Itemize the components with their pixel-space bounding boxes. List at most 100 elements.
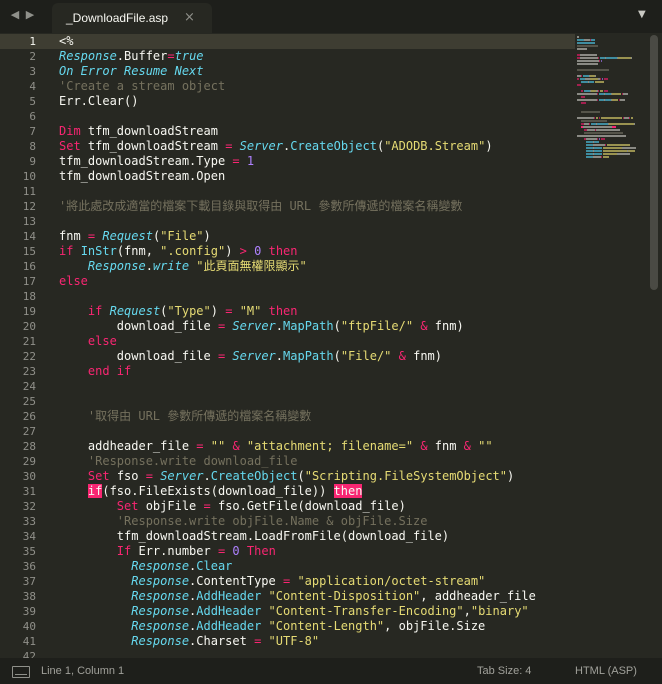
minimap-mark — [586, 144, 593, 146]
code-line[interactable]: 39 Response.AddHeader "Content-Transfer-… — [0, 604, 575, 619]
line-number: 23 — [22, 365, 36, 378]
code-text: If Err.number = 0 Then — [59, 544, 276, 559]
code-line[interactable]: 14 fnm = Request("File") — [0, 229, 575, 244]
code-line[interactable]: 1 <% — [0, 34, 575, 49]
tab-menu-icon[interactable]: ▼ — [638, 9, 646, 20]
code-line[interactable]: 38 Response.AddHeader "Content-Dispositi… — [0, 589, 575, 604]
code-line[interactable]: 21 else — [0, 334, 575, 349]
code-token: Set — [59, 139, 81, 153]
code-line[interactable]: 22 download_file = Server.MapPath("File/… — [0, 349, 575, 364]
minimap-mark — [600, 78, 601, 80]
line-number: 2 — [29, 50, 36, 63]
syntax-selector[interactable]: HTML (ASP) — [575, 665, 637, 677]
minimap-mark — [581, 96, 585, 98]
vertical-scrollbar[interactable] — [650, 35, 658, 290]
code-line[interactable]: 25 — [0, 394, 575, 409]
minimap[interactable] — [575, 33, 649, 658]
code-line[interactable]: 35 If Err.number = 0 Then — [0, 544, 575, 559]
code-line[interactable]: 32 Set objFile = fso.GetFile(download_fi… — [0, 499, 575, 514]
code-line[interactable]: 23 end if — [0, 364, 575, 379]
minimap-mark — [577, 42, 595, 44]
code-line[interactable]: 42 — [0, 649, 575, 658]
code-line[interactable]: 31 if(fso.FileExists(download_file)) the… — [0, 484, 575, 499]
code-line[interactable]: 24 — [0, 379, 575, 394]
code-line[interactable]: 29 'Response.write download_file — [0, 454, 575, 469]
code-token: else — [87, 334, 117, 348]
line-number: 5 — [29, 95, 36, 108]
code-text: Response.AddHeader "Content-Transfer-Enc… — [59, 604, 528, 619]
code-token: tfm_downloadStream.LoadFromFile(download… — [59, 529, 450, 543]
code-line[interactable]: 5 Err.Clear() — [0, 94, 575, 109]
code-token: then — [333, 484, 363, 498]
code-token: Dim — [59, 124, 81, 138]
code-token: 'Create a stream object — [59, 79, 226, 93]
line-number: 34 — [22, 530, 36, 543]
minimap-mark — [602, 78, 603, 80]
code-line[interactable]: 8 Set tfm_downloadStream = Server.CreateO… — [0, 139, 575, 154]
code-line[interactable]: 27 — [0, 424, 575, 439]
code-line[interactable]: 36 Response.Clear — [0, 559, 575, 574]
code-line[interactable]: 2 Response.Buffer=true — [0, 49, 575, 64]
code-line[interactable]: 16 Response.write "此頁面無權限顯示" — [0, 259, 575, 274]
tab-size-selector[interactable]: Tab Size: 4 — [477, 665, 531, 677]
code-line[interactable]: 3 On Error Resume Next — [0, 64, 575, 79]
minimap-mark — [581, 111, 600, 113]
code-token: Err.number — [131, 544, 218, 558]
line-number: 40 — [22, 620, 36, 633]
code-line[interactable]: 12 '將此處改成適當的檔案下載目錄與取得由 URL 參數所傳遞的檔案名稱變數 — [0, 199, 575, 214]
code-editor[interactable]: 1 <% 2 Response.Buffer=true 3 On Error Resume… — [0, 33, 662, 658]
code-token: Response — [131, 589, 190, 603]
code-line[interactable]: 28 addheader_file = "" & "attachment; fi… — [0, 439, 575, 454]
minimap-mark — [581, 120, 607, 122]
code-token: ( — [297, 469, 305, 483]
code-line[interactable]: 7 Dim tfm_downloadStream — [0, 124, 575, 139]
close-icon[interactable]: × — [184, 10, 195, 25]
code-line[interactable]: 33 'Response.write objFile.Name & objFil… — [0, 514, 575, 529]
line-number: 32 — [22, 500, 36, 513]
code-line[interactable]: 15 if InStr(fnm, ".config") > 0 then — [0, 244, 575, 259]
code-text: if Request("Type") = "M" then — [59, 304, 298, 319]
code-text: 'Create a stream object — [59, 79, 225, 94]
minimap-mark — [634, 123, 635, 125]
tab-back-icon[interactable]: ◀ — [9, 8, 21, 22]
code-line[interactable]: 41 Response.Charset = "UTF-8" — [0, 634, 575, 649]
tab-download-file[interactable]: _DownloadFile.asp × — [52, 3, 212, 33]
code-token: 1 — [246, 154, 255, 168]
minimap-mark — [590, 78, 598, 80]
code-line[interactable]: 20 download_file = Server.MapPath("ftpFi… — [0, 319, 575, 334]
code-line[interactable]: 19 if Request("Type") = "M" then — [0, 304, 575, 319]
minimap-mark — [604, 90, 608, 92]
minimap-mark — [629, 117, 630, 119]
line-number: 13 — [22, 215, 36, 228]
code-line[interactable]: 18 — [0, 289, 575, 304]
code-line[interactable]: 26 '取得由 URL 參數所傳遞的檔案名稱變數 — [0, 409, 575, 424]
line-number: 1 — [29, 35, 36, 48]
code-line[interactable]: 4 'Create a stream object — [0, 79, 575, 94]
tab-forward-icon[interactable]: ▶ — [24, 8, 36, 22]
code-line[interactable]: 34 tfm_downloadStream.LoadFromFile(downl… — [0, 529, 575, 544]
code-line[interactable]: 30 Set fso = Server.CreateObject("Script… — [0, 469, 575, 484]
code-token: 'Response.write objFile.Name & objFile.S… — [116, 514, 428, 528]
minimap-mark — [597, 93, 598, 95]
code-line[interactable]: 11 — [0, 184, 575, 199]
minimap-mark — [597, 123, 608, 125]
code-line[interactable]: 6 — [0, 109, 575, 124]
code-line[interactable]: 40 Response.AddHeader "Content-Length", … — [0, 619, 575, 634]
code-line[interactable]: 37 Response.ContentType = "application/o… — [0, 574, 575, 589]
panel-toggle-icon[interactable] — [12, 666, 30, 678]
code-line[interactable]: 13 — [0, 214, 575, 229]
line-number: 29 — [22, 455, 36, 468]
minimap-mark — [586, 138, 597, 140]
code-line[interactable]: 9 tfm_downloadStream.Type = 1 — [0, 154, 575, 169]
code-line[interactable]: 10 tfm_downloadStream.Open — [0, 169, 575, 184]
code-line[interactable]: 17 else — [0, 274, 575, 289]
code-token: "" — [478, 439, 493, 453]
code-token: , — [463, 604, 471, 618]
minimap-mark — [595, 75, 596, 77]
